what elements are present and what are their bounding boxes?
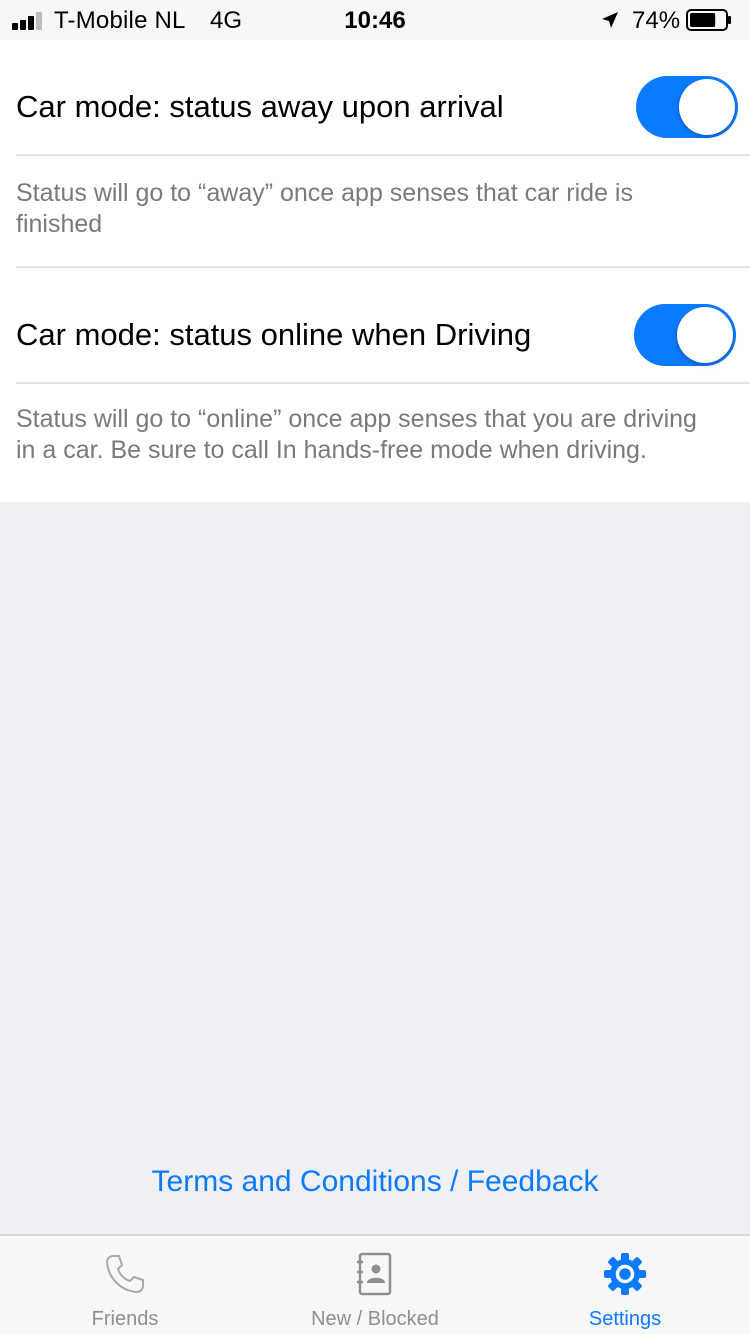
- setting-row-away-on-arrival: Car mode: status away upon arrival: [0, 40, 750, 154]
- setting-title-away-on-arrival: Car mode: status away upon arrival: [16, 89, 504, 124]
- phone-icon: [106, 1255, 144, 1293]
- divider: [16, 154, 750, 156]
- toggle-away-on-arrival[interactable]: [636, 76, 738, 138]
- settings-screen: T-Mobile NL 4G 10:46 74% Car mode: statu…: [0, 0, 750, 1334]
- terms-and-feedback-link[interactable]: Terms and Conditions / Feedback: [0, 1165, 750, 1199]
- battery-percentage: 74%: [632, 7, 681, 34]
- contacts-book-icon: [357, 1252, 392, 1296]
- tab-new-blocked[interactable]: New / Blocked: [250, 1236, 500, 1334]
- toggle-knob: [677, 307, 733, 363]
- status-bar: T-Mobile NL 4G 10:46 74%: [0, 0, 750, 40]
- setting-row-online-when-driving: Car mode: status online when Driving: [0, 268, 750, 382]
- tab-label-friends: Friends: [91, 1308, 159, 1330]
- toggle-online-when-driving[interactable]: [634, 304, 736, 366]
- setting-description-away-on-arrival: Status will go to “away” once app senses…: [16, 179, 633, 238]
- gear-icon: [604, 1253, 646, 1295]
- tab-friends[interactable]: Friends: [0, 1236, 250, 1334]
- tab-label-settings: Settings: [588, 1308, 662, 1330]
- tab-label-new-blocked: New / Blocked: [311, 1308, 439, 1330]
- setting-description-online-when-driving: Status will go to “online” once app sens…: [16, 405, 697, 464]
- car-mode-settings-list: Car mode: status away upon arrival Statu…: [0, 40, 750, 502]
- battery-icon: [686, 9, 731, 31]
- tab-settings[interactable]: Settings: [500, 1236, 750, 1334]
- location-arrow-icon: [602, 12, 618, 28]
- toggle-knob: [679, 79, 735, 135]
- setting-title-online-when-driving: Car mode: status online when Driving: [16, 317, 532, 352]
- tab-bar: Friends New / Blocked Settings: [0, 1234, 750, 1334]
- divider: [16, 382, 750, 384]
